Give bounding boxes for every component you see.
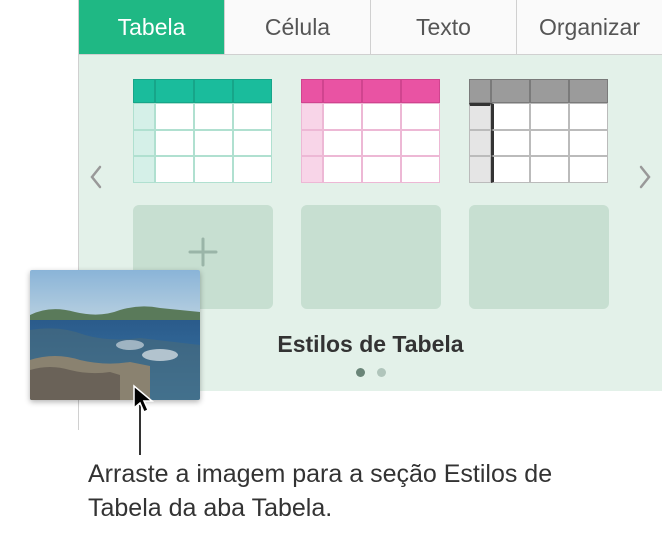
styles-row	[127, 205, 614, 309]
empty-style-slot[interactable]	[469, 205, 609, 309]
tab-label: Célula	[265, 14, 330, 41]
tab-organizar[interactable]: Organizar	[517, 0, 662, 54]
tab-label: Texto	[416, 14, 471, 41]
page-dot[interactable]	[356, 368, 365, 377]
tab-tabela[interactable]: Tabela	[79, 0, 225, 54]
dragged-image-thumbnail[interactable]	[30, 270, 200, 400]
cursor-arrow-icon	[132, 384, 158, 416]
empty-style-slot[interactable]	[301, 205, 441, 309]
table-style-pink[interactable]	[301, 79, 441, 183]
tab-celula[interactable]: Célula	[225, 0, 371, 54]
tab-texto[interactable]: Texto	[371, 0, 517, 54]
table-style-gray[interactable]	[469, 79, 609, 183]
page-dot[interactable]	[377, 368, 386, 377]
tab-label: Organizar	[539, 14, 640, 41]
styles-row	[127, 79, 614, 183]
callout-text: Arraste a imagem para a seção Estilos de…	[88, 458, 628, 526]
tab-label: Tabela	[118, 14, 186, 41]
table-style-teal[interactable]	[133, 79, 273, 183]
tab-bar: Tabela Célula Texto Organizar	[79, 0, 662, 55]
